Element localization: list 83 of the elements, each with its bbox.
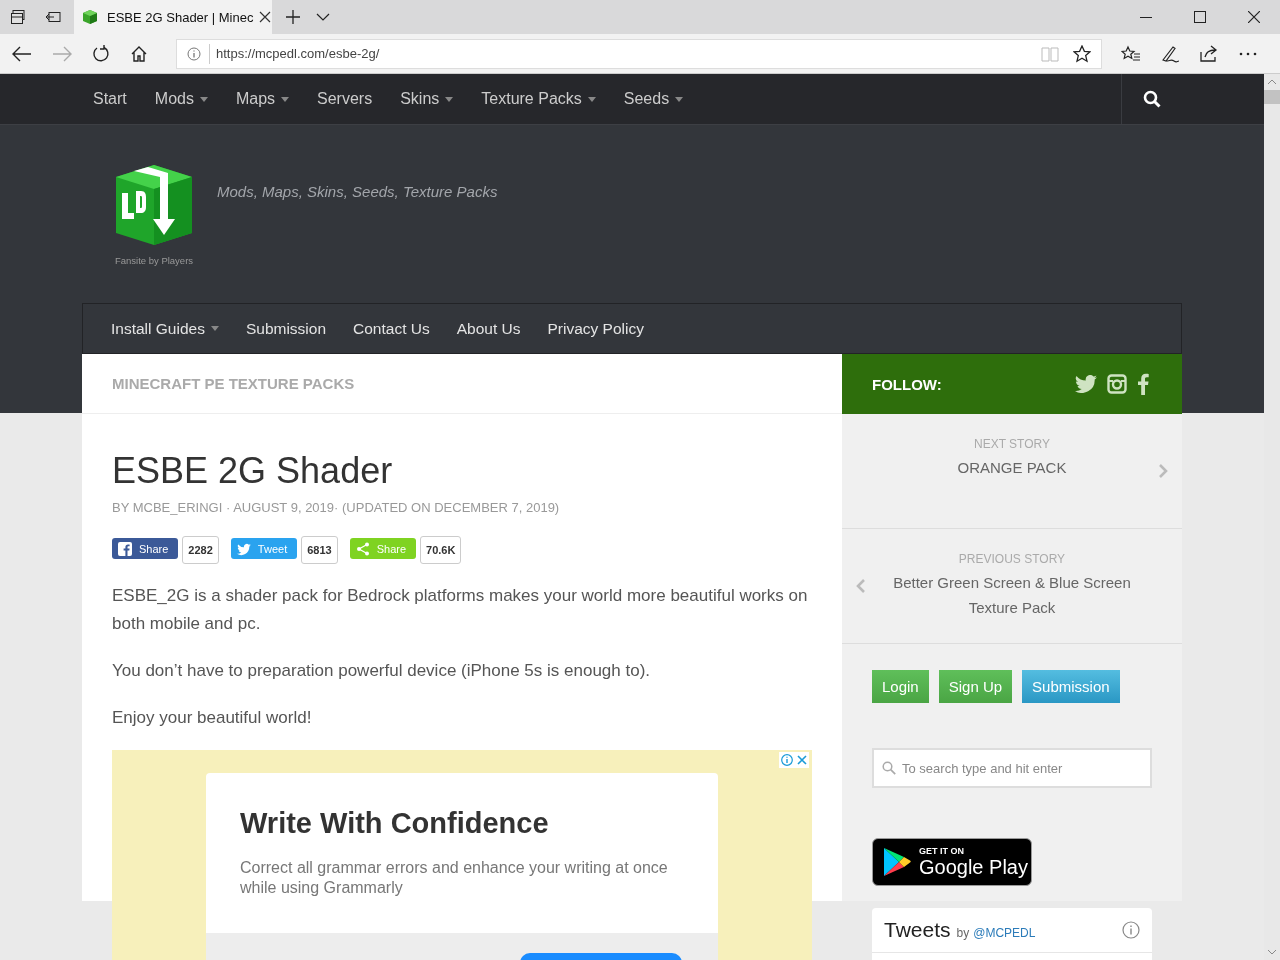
letter-f-icon[interactable] [1137, 373, 1149, 395]
nav-link[interactable]: Mods [154, 90, 208, 108]
site-tagline: Mods, Maps, Skins, Seeds, Texture Packs [217, 183, 498, 202]
badge-title: Google Play [919, 856, 1028, 878]
set-aside-icon[interactable] [45, 9, 61, 25]
nav-link[interactable]: Seeds [623, 90, 684, 108]
bird-icon [236, 541, 251, 556]
story-label: NEXT STORY [973, 437, 1051, 451]
scrollbar[interactable] [1264, 74, 1280, 960]
cube-icon [82, 9, 98, 25]
google-play-badge[interactable]: GET IT ON Google Play [872, 838, 1032, 886]
nav-link[interactable]: Texture Packs [481, 90, 596, 108]
nav-link[interactable]: Skins [400, 90, 454, 108]
category-heading: MINECRAFT PE TEXTURE PACKS [82, 354, 842, 414]
article-paragraph: ESBE_2G is a shader pack for Bedrock platforms makes your world more beautiful works on both mobile and pc. [112, 585, 809, 635]
nav-link[interactable]: Submission [245, 319, 327, 338]
caret-icon [587, 96, 596, 102]
article-byline: BY MCBE_ERINGI · AUGUST 9, 2019· (UPDATED ON DECEMBER 7, 2019) [112, 500, 561, 515]
camera-icon[interactable] [1107, 374, 1127, 394]
chevron-left-icon [856, 578, 866, 594]
maximize-icon[interactable] [1194, 11, 1206, 23]
play-triangle-icon [883, 847, 911, 877]
info-icon[interactable] [781, 754, 793, 766]
nav-link[interactable]: Privacy Policy [547, 319, 644, 338]
tweets-title: Tweets [884, 918, 951, 942]
article-paragraph: You don’t have to preparation powerful device (iPhone 5s is enough to). [112, 660, 652, 682]
previous-story-link[interactable]: PREVIOUS STORY Better Green Screen & Blue Screen Texture Pack [842, 529, 1182, 644]
search-icon [1143, 90, 1161, 108]
cube-logo-icon[interactable] [114, 163, 194, 247]
nav-link[interactable]: Contact Us [353, 319, 430, 338]
article-paragraph: Enjoy your beautiful world! [112, 707, 313, 729]
share-nodes-icon [355, 541, 370, 556]
tabs-aside-icon[interactable] [10, 9, 26, 25]
plus-icon[interactable] [286, 10, 300, 24]
info-icon [187, 46, 201, 61]
logo-caption: Fansite by Players [114, 255, 194, 266]
share-count: 2282 [182, 536, 219, 564]
chevron-right-icon [1158, 463, 1168, 479]
facebook-icon [118, 541, 132, 556]
nav-link[interactable]: Servers [317, 90, 373, 108]
refresh-icon[interactable] [92, 44, 110, 63]
ad-text: Correct all grammar errors and enhance your writing at once while using Grammarly [239, 858, 669, 898]
tab-title: ESBE 2G Shader | Minec [107, 9, 254, 25]
nav-link[interactable]: About Us [456, 319, 521, 338]
caret-icon [445, 96, 454, 102]
close-icon[interactable] [259, 11, 272, 23]
story-title: Better Green Screen & Blue Screen Texture Pack [892, 573, 1132, 618]
more-icon[interactable] [1238, 50, 1258, 57]
home-icon[interactable] [130, 44, 148, 63]
share-count: 6813 [301, 536, 338, 564]
star-icon[interactable] [1073, 44, 1091, 63]
caret-icon [199, 96, 208, 102]
nav-link[interactable]: Install Guides [111, 319, 219, 338]
caret-icon [675, 96, 684, 102]
share-button[interactable]: Share [112, 538, 179, 559]
info-icon[interactable] [1122, 921, 1140, 939]
browser-tab[interactable]: ESBE 2G Shader | Minec [74, 0, 272, 34]
article-title: ESBE 2G Shader [112, 450, 394, 492]
story-label: PREVIOUS STORY [957, 552, 1067, 566]
pen-icon[interactable] [1160, 44, 1180, 63]
search-field[interactable]: To search type and hit enter [872, 748, 1152, 788]
back-arrow-icon[interactable] [12, 45, 32, 62]
caret-icon [210, 326, 219, 331]
account-link[interactable]: @MCPEDL [973, 926, 1036, 940]
url-text: https://mcpedl.com/esbe-2g/ [216, 46, 380, 61]
favorites-list-icon[interactable] [1121, 44, 1141, 63]
share-icon[interactable] [1199, 44, 1219, 63]
close-icon[interactable] [1248, 11, 1260, 23]
scrollbar-thumb[interactable] [1264, 90, 1280, 104]
follow-label: FOLLOW: [872, 375, 943, 393]
address-bar[interactable]: https://mcpedl.com/esbe-2g/ [176, 38, 1102, 69]
badge-caption: GET IT ON [919, 846, 965, 856]
nav-link[interactable]: Maps [235, 90, 290, 108]
caret-icon [281, 96, 290, 102]
story-title: ORANGE PACK [956, 458, 1068, 478]
bird-icon[interactable] [1075, 375, 1097, 393]
nav-link[interactable]: Start [93, 90, 127, 108]
search-icon [882, 761, 896, 775]
ad-title: Write With Confidence [239, 807, 550, 840]
share-count: 70.6K [420, 536, 462, 564]
next-story-link[interactable]: NEXT STORY ORANGE PACK [842, 414, 1182, 529]
tweets-by-label: by [956, 926, 970, 940]
chevron-down-icon[interactable] [316, 13, 330, 21]
